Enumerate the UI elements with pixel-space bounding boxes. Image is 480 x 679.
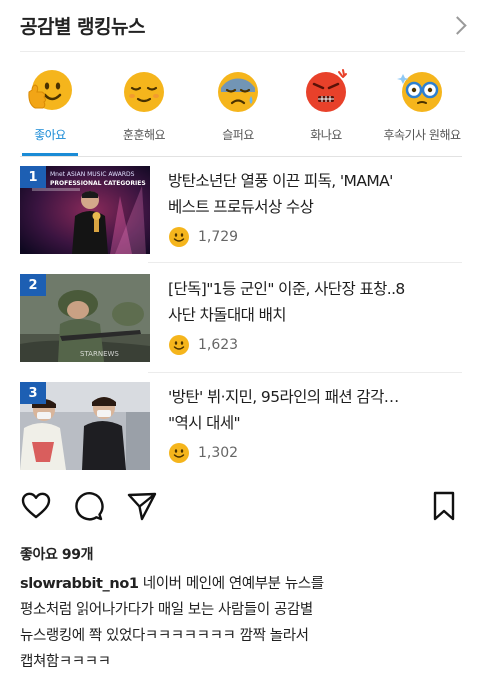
reaction-count: 1,302 — [198, 445, 239, 461]
post-caption: slowrabbit_no1 네이버 메인에 연예부분 뉴스를 평소처럼 읽어나… — [20, 571, 460, 675]
tab-like-label: 좋아요 — [34, 128, 66, 142]
tab-warm-label: 훈훈해요 — [122, 128, 166, 142]
divider — [20, 156, 462, 157]
headline-line-1: [단독]"1등 군인" 이준, 사단장 표창..8 — [168, 280, 405, 298]
thumb-caption-categories: PROFESSIONAL CATEGORIES — [50, 180, 146, 187]
chevron-right-icon[interactable] — [451, 14, 465, 38]
rank-badge: 3 — [20, 382, 46, 404]
rank-badge: 2 — [20, 274, 46, 296]
like-face-icon — [169, 443, 189, 463]
bookmark-icon[interactable] — [430, 490, 458, 522]
share-icon[interactable] — [126, 490, 158, 522]
caption-line-1: 네이버 메인에 연예부분 뉴스를 — [138, 576, 324, 592]
news-thumbnail-3: 3 — [20, 382, 150, 470]
sad-face-icon — [218, 72, 258, 112]
news-headline[interactable]: 방탄소년단 열풍 이끈 피독, 'MAMA' 베스트 프로듀서상 수상 — [168, 168, 462, 220]
like-face-icon — [28, 70, 72, 110]
news-item-1[interactable]: Mnet ASIAN MUSIC AWARDS PROFESSIONAL CAT… — [20, 166, 462, 262]
reaction-count-row: 1,302 — [168, 442, 238, 464]
divider — [148, 262, 462, 263]
reaction-count-row: 1,729 — [168, 226, 238, 248]
news-headline[interactable]: [단독]"1등 군인" 이준, 사단장 표창..8 사단 차돌대대 배치 — [168, 276, 462, 328]
thumb-watermark: STARNEWS — [80, 350, 119, 358]
tab-like[interactable]: 좋아요 — [2, 66, 98, 143]
reaction-count: 1,623 — [198, 337, 239, 353]
tab-sad-label: 슬퍼요 — [222, 128, 254, 142]
like-face-icon — [169, 335, 189, 355]
warm-face-icon — [124, 72, 164, 112]
heart-icon[interactable] — [20, 490, 52, 522]
tab-angry[interactable]: 화나요 — [278, 66, 374, 143]
news-headline[interactable]: '방탄' 뷔·지민, 95라인의 패션 감각… "역시 대세" — [168, 384, 462, 436]
news-item-2[interactable]: STARNEWS 2 [단독]"1등 군인" 이준, 사단장 표창..8 사단 … — [20, 274, 462, 370]
reaction-count: 1,729 — [198, 229, 239, 245]
reaction-tabs: 좋아요 훈훈해요 슬퍼요 화나요 후속기사 원해요 — [0, 66, 480, 156]
thumb-caption-awards: Mnet ASIAN MUSIC AWARDS — [50, 171, 135, 178]
tab-want-more-label: 후속기사 원해요 — [383, 128, 461, 142]
caption-line-4: 캡쳐함ㅋㅋㅋㅋ — [20, 654, 111, 670]
angry-face-icon — [306, 69, 347, 112]
header-title: 공감별 랭킹뉴스 — [20, 16, 145, 38]
reaction-count-row: 1,623 — [168, 334, 238, 356]
headline-line-2: 사단 차돌대대 배치 — [168, 306, 287, 324]
ranking-news-header: 공감별 랭킹뉴스 — [20, 0, 465, 52]
post-username[interactable]: slowrabbit_no1 — [20, 576, 139, 592]
caption-line-2: 평소처럼 읽어나가다가 매일 보는 사람들이 공감별 — [20, 602, 313, 618]
tab-warm[interactable]: 훈훈해요 — [96, 66, 192, 143]
want-more-face-icon — [397, 72, 442, 112]
comment-icon[interactable] — [72, 490, 104, 522]
divider — [148, 372, 462, 373]
headline-line-2: "역시 대세" — [168, 414, 241, 432]
headline-line-1: 방탄소년단 열풍 이끈 피독, 'MAMA' — [168, 172, 393, 190]
tab-sad[interactable]: 슬퍼요 — [190, 66, 286, 143]
news-thumbnail-2: STARNEWS 2 — [20, 274, 150, 362]
headline-line-1: '방탄' 뷔·지민, 95라인의 패션 감각… — [168, 388, 399, 406]
tab-want-more[interactable]: 후속기사 원해요 — [374, 66, 470, 143]
post-action-bar — [16, 490, 464, 530]
caption-line-3: 뉴스랭킹에 쫙 있었다ㅋㅋㅋㅋㅋㅋㅋ 깜짝 놀라서 — [20, 628, 309, 644]
tab-angry-label: 화나요 — [310, 128, 342, 142]
likes-count[interactable]: 좋아요 99개 — [20, 544, 93, 564]
news-thumbnail-1: Mnet ASIAN MUSIC AWARDS PROFESSIONAL CAT… — [20, 166, 150, 254]
news-item-3[interactable]: 3 '방탄' 뷔·지민, 95라인의 패션 감각… "역시 대세" 1,302 — [20, 382, 462, 478]
like-face-icon — [169, 227, 189, 247]
headline-line-2: 베스트 프로듀서상 수상 — [168, 198, 314, 216]
rank-badge: 1 — [20, 166, 46, 188]
